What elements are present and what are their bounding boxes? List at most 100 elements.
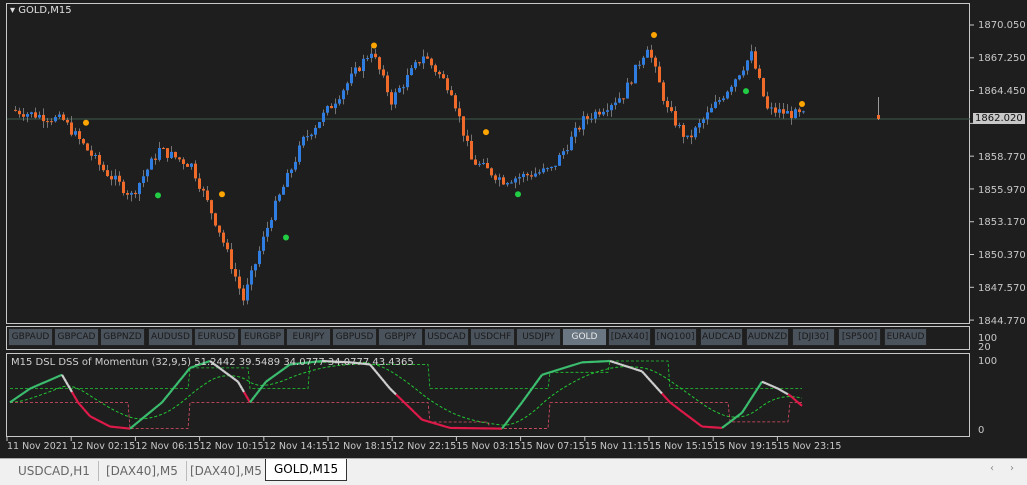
bear-candle bbox=[662, 82, 665, 101]
bear-candle bbox=[238, 276, 241, 289]
oscillator-main-line bbox=[85, 410, 89, 415]
oscillator-main-line bbox=[27, 387, 31, 391]
bear-candle bbox=[454, 95, 457, 109]
symbol-button-audnzd[interactable]: AUDNZD bbox=[746, 328, 789, 346]
oscillator-main-line bbox=[653, 383, 657, 388]
bear-candle bbox=[674, 111, 677, 126]
sell-signal-dot bbox=[799, 101, 805, 108]
tab-gold-m15[interactable]: GOLD,M15 bbox=[265, 459, 348, 481]
bull-candle bbox=[114, 175, 117, 180]
bull-candle bbox=[518, 177, 521, 179]
oscillator-main-line bbox=[771, 385, 775, 388]
tab-scroll-right-icon[interactable]: › bbox=[1010, 463, 1014, 474]
bear-candle bbox=[90, 150, 93, 156]
oscillator-main-line bbox=[105, 423, 109, 427]
oscillator-main-line bbox=[657, 388, 661, 393]
oscillator-main-line bbox=[423, 419, 427, 422]
symbol-button-audusd[interactable]: AUDUSD bbox=[148, 328, 193, 346]
symbol-button-dji30[interactable]: [DJI30] bbox=[792, 328, 835, 346]
symbol-button-usdcad[interactable]: USDCAD bbox=[424, 328, 469, 346]
oscillator-main-line bbox=[31, 385, 35, 389]
oscillator-main-line bbox=[693, 419, 697, 423]
bull-candle bbox=[286, 172, 289, 187]
oscillator-main-line bbox=[433, 422, 437, 425]
symbol-button-eurusd[interactable]: EURUSD bbox=[194, 328, 239, 346]
symbol-button-euraud[interactable]: EURAUD bbox=[884, 328, 927, 346]
symbol-button-gbpaud[interactable]: GBPAUD bbox=[8, 328, 53, 346]
bear-candle bbox=[774, 107, 777, 113]
oscillator-main-line bbox=[95, 418, 99, 422]
bull-candle bbox=[638, 64, 641, 66]
bear-candle bbox=[386, 75, 389, 93]
oscillator-main-line bbox=[15, 395, 19, 400]
bull-candle bbox=[602, 111, 605, 115]
oscillator-main-line bbox=[169, 389, 173, 394]
bear-candle bbox=[630, 82, 633, 84]
bull-candle bbox=[170, 151, 173, 158]
bull-candle bbox=[282, 186, 285, 195]
bull-candle bbox=[262, 236, 265, 251]
oscillator-main-line bbox=[251, 396, 255, 401]
oscillator-main-line bbox=[83, 408, 87, 413]
bull-candle bbox=[138, 182, 141, 195]
oscillator-main-line bbox=[731, 417, 735, 422]
bull-candle bbox=[590, 118, 593, 120]
oscillator-main-line bbox=[685, 413, 689, 417]
bull-candle bbox=[362, 58, 365, 72]
bull-candle bbox=[334, 103, 337, 109]
oscillator-main-line bbox=[403, 401, 407, 405]
oscillator-main-line bbox=[383, 380, 387, 385]
bear-candle bbox=[790, 110, 793, 119]
bear-candle bbox=[782, 109, 785, 114]
bull-candle bbox=[714, 101, 717, 108]
oscillator-main-line bbox=[631, 367, 635, 370]
bull-candle bbox=[514, 178, 517, 183]
bull-candle bbox=[802, 111, 805, 113]
symbol-button-gbpnzd[interactable]: GBPNZD bbox=[100, 328, 145, 346]
bear-candle bbox=[234, 269, 237, 277]
bull-candle bbox=[314, 127, 317, 135]
oscillator-main-line bbox=[549, 370, 553, 374]
bull-candle bbox=[770, 107, 773, 109]
oscillator-main-line bbox=[737, 413, 741, 417]
oscillator-main-line bbox=[413, 411, 417, 415]
current-candle bbox=[877, 115, 880, 119]
bear-candle bbox=[758, 68, 761, 79]
symbol-button-eurjpy[interactable]: EURJPY bbox=[286, 328, 331, 346]
symbol-button-gold[interactable]: GOLD bbox=[562, 328, 607, 346]
chart-tabs: USDCAD,H1 [DAX40],M5 [DAX40],M5 GOLD,M15… bbox=[0, 458, 1027, 485]
symbol-button-gbpjpy[interactable]: GBPJPY bbox=[378, 328, 423, 346]
oscillator-main-line bbox=[441, 424, 445, 428]
oscillator-main-line bbox=[57, 374, 61, 378]
tab-scroll-left-icon[interactable]: ‹ bbox=[990, 463, 994, 474]
oscillator-main-line bbox=[241, 388, 245, 393]
bear-candle bbox=[210, 200, 213, 214]
symbol-button-sp500[interactable]: [SP500] bbox=[838, 328, 881, 346]
oscillator-main-line bbox=[723, 424, 727, 428]
symbol-button-usdjpy[interactable]: USDJPY bbox=[516, 328, 561, 346]
oscillator-main-line bbox=[407, 405, 411, 409]
symbol-button-dax40[interactable]: [DAX40] bbox=[608, 328, 651, 346]
bull-candle bbox=[478, 163, 481, 165]
bear-candle bbox=[458, 108, 461, 117]
time-axis-label: 12 Nov 22:15 bbox=[392, 441, 457, 452]
symbol-button-gbpcad[interactable]: GBPCAD bbox=[54, 328, 99, 346]
symbol-button-nq100[interactable]: [NQ100] bbox=[654, 328, 697, 346]
tab-dax40-m5[interactable]: [DAX40],M5 bbox=[98, 461, 187, 481]
tab-dax40-m5-2[interactable]: [DAX40],M5 bbox=[182, 461, 271, 481]
oscillator-main-line bbox=[521, 398, 525, 404]
oscillator-main-line bbox=[743, 405, 747, 411]
symbol-button-usdchf[interactable]: USDCHF bbox=[470, 328, 515, 346]
bear-candle bbox=[474, 159, 477, 165]
oscillator-label: M15 DSL DSS of Momentun (32,9,5) 51.2442… bbox=[11, 357, 414, 368]
symbol-button-gbpusd[interactable]: GBPUSD bbox=[332, 328, 377, 346]
oscillator-main-line bbox=[609, 359, 613, 363]
bear-candle bbox=[670, 107, 673, 112]
oscillator-main-line bbox=[511, 412, 515, 417]
tab-usdcad-h1[interactable]: USDCAD,H1 bbox=[10, 461, 99, 481]
symbol-button-audcad[interactable]: AUDCAD bbox=[700, 328, 743, 346]
oscillator-main-line bbox=[759, 381, 763, 386]
bull-candle bbox=[710, 107, 713, 113]
oscillator-main-line bbox=[573, 363, 577, 366]
symbol-button-eurgbp[interactable]: EURGBP bbox=[240, 328, 285, 346]
